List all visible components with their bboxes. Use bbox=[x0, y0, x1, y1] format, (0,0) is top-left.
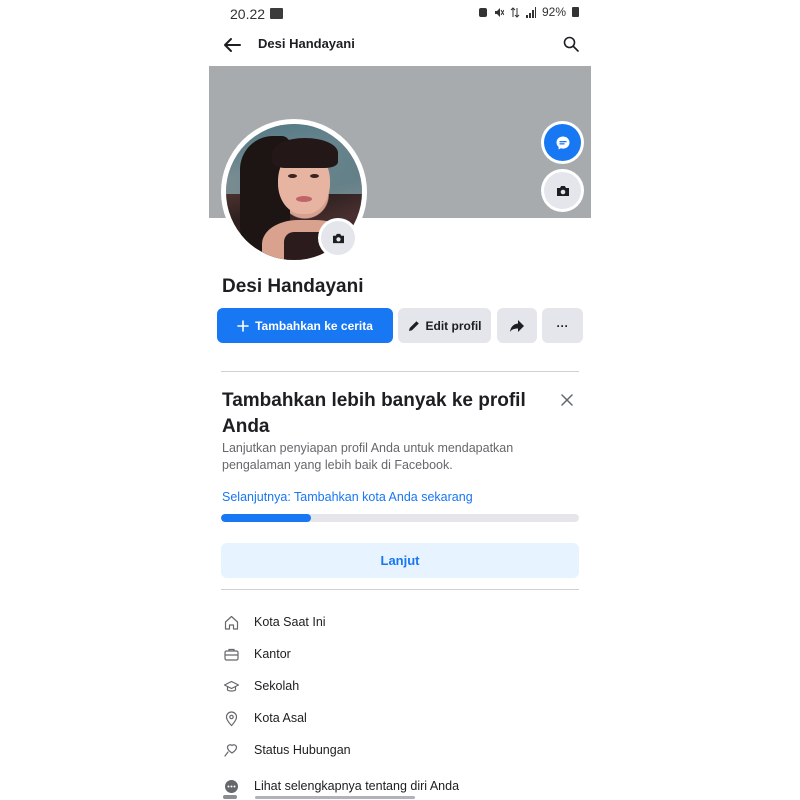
relationship-icon bbox=[224, 743, 238, 757]
home-icon bbox=[224, 615, 239, 630]
profile-progress-bar bbox=[221, 514, 579, 522]
camera-icon bbox=[556, 185, 569, 196]
edit-profile-picture-button[interactable] bbox=[321, 221, 355, 255]
info-item-relationship[interactable]: Status Hubungan bbox=[223, 740, 351, 760]
share-button[interactable] bbox=[497, 308, 537, 343]
info-item-label: Status Hubungan bbox=[254, 743, 351, 757]
card-title: Tambahkan lebih banyak ke profil Anda bbox=[222, 390, 526, 437]
message-icon bbox=[556, 136, 569, 149]
graduation-cap-icon bbox=[223, 680, 240, 692]
card-description: Lanjutkan penyiapan profil Anda untuk me… bbox=[222, 441, 514, 472]
info-item-label: Kota Asal bbox=[254, 711, 307, 725]
status-icons: 92% bbox=[478, 5, 579, 19]
search-icon[interactable] bbox=[563, 36, 579, 52]
battery-icon bbox=[572, 7, 579, 17]
more-dots-icon: ··· bbox=[556, 318, 569, 333]
profile-name: Desi Handayani bbox=[222, 276, 364, 297]
status-time: 20.22 bbox=[230, 6, 266, 22]
alarm-icon bbox=[478, 7, 487, 17]
location-pin-icon bbox=[225, 710, 238, 726]
next-step-link[interactable]: Selanjutnya: Tambahkan kota Anda sekaran… bbox=[222, 490, 473, 504]
add-story-label: Tambahkan ke cerita bbox=[255, 318, 373, 333]
info-item-label: Sekolah bbox=[254, 679, 300, 693]
info-item-label: Kantor bbox=[254, 647, 291, 661]
progress-fill bbox=[221, 514, 311, 522]
add-story-button[interactable]: Tambahkan ke cerita bbox=[217, 308, 393, 343]
plus-icon bbox=[237, 319, 249, 332]
data-icon bbox=[510, 6, 520, 18]
mute-icon bbox=[494, 7, 504, 17]
page-title: Desi Handayani bbox=[258, 36, 355, 51]
back-arrow-icon[interactable] bbox=[221, 34, 243, 56]
close-icon[interactable] bbox=[559, 392, 575, 408]
info-item-current-city[interactable]: Kota Saat Ini bbox=[223, 612, 326, 632]
messenger-button[interactable] bbox=[544, 124, 581, 161]
info-item-workplace[interactable]: Kantor bbox=[223, 644, 291, 664]
more-options-button[interactable]: ··· bbox=[542, 308, 583, 343]
share-arrow-icon bbox=[510, 319, 524, 332]
more-dots-icon bbox=[225, 779, 238, 793]
info-item-hometown[interactable]: Kota Asal bbox=[223, 708, 307, 728]
cut-off-list-item bbox=[223, 793, 423, 800]
info-item-label: Lihat selengkapnya tentang diri Anda bbox=[254, 779, 460, 793]
briefcase-icon bbox=[224, 648, 239, 661]
divider bbox=[221, 371, 579, 372]
camera-icon bbox=[332, 233, 344, 243]
media-notification-icon bbox=[270, 8, 283, 19]
divider bbox=[221, 589, 579, 590]
edit-profile-button[interactable]: Edit profil bbox=[398, 308, 491, 343]
info-item-label: Kota Saat Ini bbox=[254, 615, 326, 629]
phone-screen: 20.22 92% Desi Handayani Desi Handayani … bbox=[209, 0, 591, 800]
pencil-icon bbox=[408, 320, 419, 331]
edit-cover-button[interactable] bbox=[544, 172, 581, 209]
signal-icon bbox=[525, 6, 536, 18]
info-item-school[interactable]: Sekolah bbox=[223, 676, 299, 696]
edit-profile-label: Edit profil bbox=[425, 318, 482, 333]
battery-percent: 92% bbox=[541, 5, 566, 19]
continue-button[interactable]: Lanjut bbox=[221, 543, 579, 578]
